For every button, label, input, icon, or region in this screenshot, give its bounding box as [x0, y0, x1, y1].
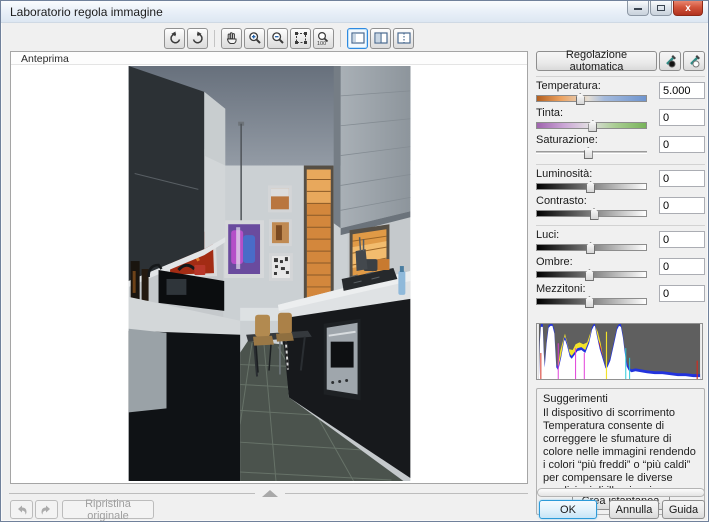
- tint-label: Tinta:: [536, 107, 651, 119]
- hints-title: Suggerimenti: [543, 393, 698, 405]
- toolbar-separator: [214, 30, 215, 47]
- zoom-in-icon: [248, 31, 262, 45]
- cancel-button[interactable]: Annulla: [609, 500, 659, 519]
- contrast-value-input[interactable]: [659, 197, 705, 214]
- divider-line: [285, 493, 528, 494]
- zoom-fit-button[interactable]: [290, 28, 311, 49]
- split-pane-icon: [397, 32, 411, 44]
- brightness-value-input[interactable]: [659, 170, 705, 187]
- window-title: Laboratorio regola immagine: [10, 5, 163, 19]
- shadows-label: Ombre:: [536, 256, 651, 268]
- ok-button[interactable]: OK: [539, 500, 597, 519]
- group-separator: [536, 225, 705, 226]
- highlights-value-input[interactable]: [659, 231, 705, 248]
- preview-panel: Anteprima: [10, 51, 528, 484]
- white-point-eyedropper-button[interactable]: [683, 51, 705, 71]
- redo-icon: [40, 504, 53, 515]
- rotate-cw-button[interactable]: [187, 28, 208, 49]
- undo-button[interactable]: [10, 500, 33, 519]
- collapse-handle-icon[interactable]: [262, 490, 278, 497]
- preview-image[interactable]: [128, 66, 411, 481]
- temperature-label: Temperatura:: [536, 80, 651, 92]
- undo-icon: [15, 504, 28, 515]
- help-button[interactable]: Guida: [662, 500, 705, 519]
- white-eyedropper-icon: [687, 54, 701, 68]
- svg-text:100: 100: [317, 41, 326, 46]
- brightness-label: Luminosità:: [536, 168, 651, 180]
- highlights-label: Luci:: [536, 229, 651, 241]
- midtones-value-input[interactable]: [659, 285, 705, 302]
- zoom-out-button[interactable]: [267, 28, 288, 49]
- toolbar-separator: [340, 30, 341, 47]
- progress-bar: [537, 488, 705, 497]
- preview-split-button[interactable]: [393, 28, 414, 49]
- saturation-slider-thumb[interactable]: [584, 147, 593, 159]
- midtones-label: Mezzitoni:: [536, 283, 651, 295]
- maximize-button[interactable]: [650, 1, 672, 16]
- tint-value-input[interactable]: [659, 109, 705, 126]
- rotate-ccw-button[interactable]: [164, 28, 185, 49]
- zoom-fit-icon: [294, 31, 308, 45]
- zoom-100-button[interactable]: 100: [313, 28, 334, 49]
- close-icon: x: [685, 3, 691, 14]
- saturation-value-input[interactable]: [659, 136, 705, 153]
- hints-body: Il dispositivo di scorrimento Temperatur…: [543, 407, 698, 498]
- zoom-out-icon: [271, 31, 285, 45]
- contrast-label: Contrasto:: [536, 195, 651, 207]
- single-pane-icon: [351, 32, 365, 44]
- zoom-in-button[interactable]: [244, 28, 265, 49]
- shadows-value-input[interactable]: [659, 258, 705, 275]
- rotate-cw-icon: [191, 31, 205, 45]
- auto-adjust-button[interactable]: Regolazione automatica: [536, 51, 657, 71]
- two-pane-icon: [374, 32, 388, 44]
- temperature-value-input[interactable]: [659, 82, 705, 99]
- preview-label: Anteprima: [11, 52, 527, 65]
- title-bar[interactable]: Laboratorio regola immagine x: [1, 1, 708, 23]
- maximize-icon: [657, 5, 665, 11]
- pan-button[interactable]: [221, 28, 242, 49]
- histogram: [536, 323, 703, 380]
- close-button[interactable]: x: [673, 1, 703, 16]
- group-separator: [536, 76, 705, 77]
- black-eyedropper-icon: [663, 54, 677, 68]
- hand-icon: [225, 31, 239, 45]
- temperature-slider[interactable]: [536, 95, 647, 102]
- adjustments-panel: Regolazione automatica Temperatura: Tint…: [536, 51, 705, 515]
- redo-button[interactable]: [35, 500, 58, 519]
- saturation-label: Saturazione:: [536, 134, 651, 146]
- dialog-window: Laboratorio regola immagine x 100: [0, 0, 709, 522]
- preview-full-button[interactable]: [347, 28, 368, 49]
- preview-before-after-button[interactable]: [370, 28, 391, 49]
- group-separator: [536, 164, 705, 165]
- preview-toolbar: 100: [164, 26, 414, 50]
- preview-canvas[interactable]: [11, 65, 527, 482]
- black-point-eyedropper-button[interactable]: [659, 51, 681, 71]
- minimize-button[interactable]: [627, 1, 649, 16]
- divider-line: [9, 493, 255, 494]
- restore-original-button[interactable]: Ripristina originale: [62, 500, 154, 519]
- rotate-ccw-icon: [168, 31, 182, 45]
- zoom-100-icon: 100: [316, 31, 331, 46]
